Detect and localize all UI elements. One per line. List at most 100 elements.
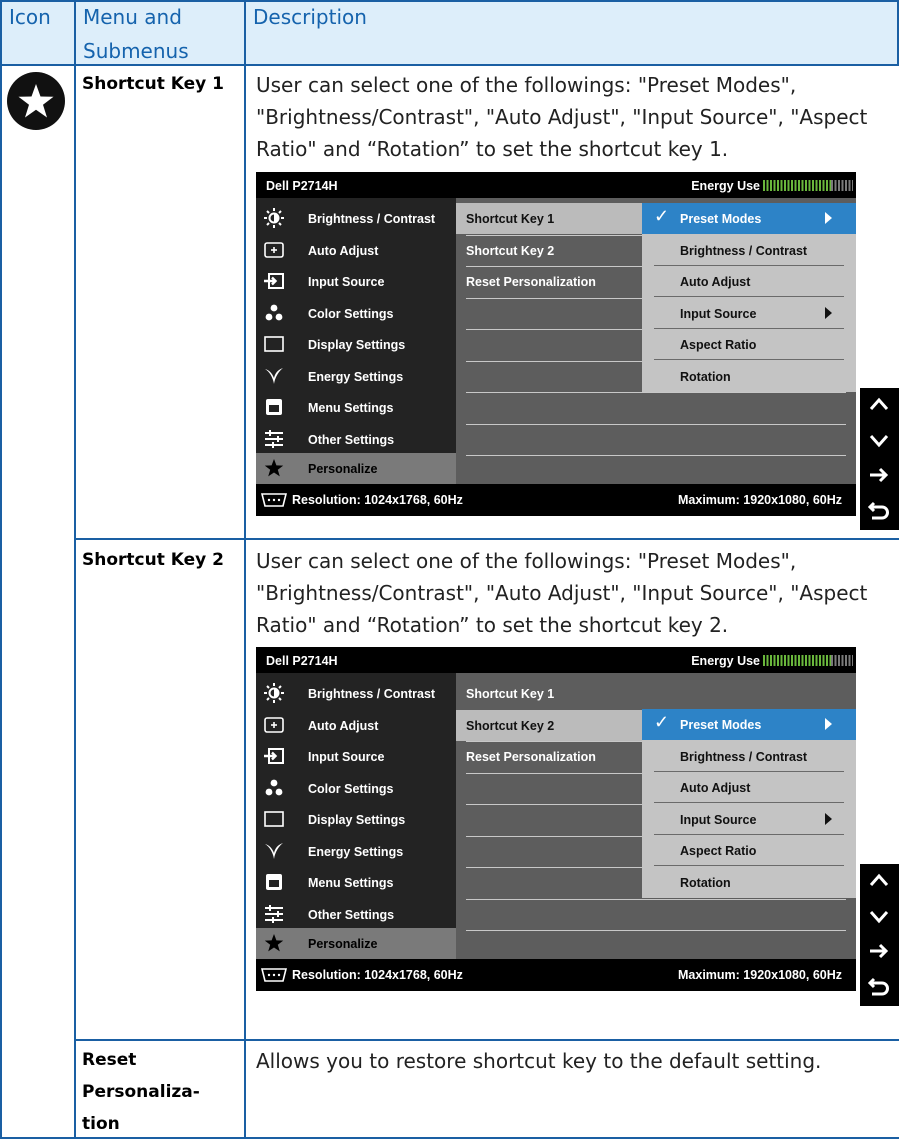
arrow-right-icon	[825, 212, 832, 224]
osd-row-divider	[466, 898, 846, 900]
osd-main-menu-item[interactable]: Display Settings	[256, 804, 456, 835]
osd-main-menu-item[interactable]: Menu Settings	[256, 867, 456, 898]
osd-main-menu-label: Display Settings	[308, 813, 406, 827]
osd-main-menu-label: Color Settings	[308, 306, 394, 321]
osd-main-menu-item[interactable]: Brightness / Contrast	[256, 678, 456, 709]
osd-main-menu-label: Input Source	[308, 275, 385, 289]
table-row-divider-1	[74, 538, 899, 540]
osd-main-menu-item[interactable]: Display Settings	[256, 329, 456, 360]
osd-title-bar: Dell P2714H Energy Use	[256, 647, 856, 673]
header-menu-cell: Menu and Submenus	[76, 0, 244, 64]
osd-submenu-label: Reset Personalization	[466, 750, 596, 764]
osd-option-item[interactable]: Brightness / Contrast	[642, 235, 856, 266]
input-source-icon	[264, 746, 284, 766]
osd-main-menu: Brightness / Contrast Auto Adjust Input So…	[256, 198, 456, 484]
osd-submenu-item[interactable]: Reset Personalization	[466, 741, 642, 772]
osd-menu-area: Brightness / Contrast Auto Adjust Input So…	[256, 673, 856, 959]
resolution-text: Resolution: 1024x1768, 60Hz	[292, 493, 463, 507]
osd-option-item[interactable]: Brightness / Contrast	[642, 741, 856, 772]
return-icon[interactable]	[860, 969, 899, 1003]
osd-submenu-label: Shortcut Key 1	[466, 212, 555, 226]
header-icon: Icon	[9, 5, 51, 29]
submenu-reset-line2: Personaliza-	[82, 1082, 200, 1102]
osd-option-item[interactable]: ✓ Preset Modes	[642, 203, 856, 234]
osd-submenu-label: Shortcut Key 2	[466, 243, 555, 258]
submenu-reset-line1: Reset	[82, 1050, 137, 1070]
osd-option-item[interactable]: Aspect Ratio	[642, 835, 856, 866]
table-row-divider-2	[74, 1039, 899, 1041]
osd-main-menu-item[interactable]: Color Settings	[256, 773, 456, 804]
energy-settings-icon	[264, 841, 284, 861]
osd-main-menu-item[interactable]: Color Settings	[256, 298, 456, 329]
right-arrow-icon[interactable]	[860, 458, 899, 492]
return-icon[interactable]	[860, 493, 899, 527]
osd-title-bar: Dell P2714H Energy Use	[256, 172, 856, 198]
osd-main-menu-item[interactable]: Personalize	[256, 453, 456, 484]
osd-option-label: Input Source	[680, 306, 757, 321]
up-arrow-icon[interactable]	[860, 388, 899, 422]
vga-connector-icon	[261, 493, 287, 507]
header-menu-line1: Menu and	[83, 5, 182, 29]
osd-main-menu-item[interactable]: Energy Settings	[256, 361, 456, 392]
osd-side-keys-2	[860, 864, 899, 1006]
osd-row-divider	[466, 455, 846, 456]
osd-main-menu-label: Brightness / Contrast	[308, 687, 436, 701]
right-arrow-icon[interactable]	[860, 934, 899, 968]
osd-title: Dell P2714H	[266, 654, 338, 668]
submenu-shortcut-key-2: Shortcut Key 2	[82, 550, 224, 570]
osd-main-menu-item[interactable]: Personalize	[256, 928, 456, 959]
arrow-right-icon	[825, 718, 832, 730]
osd-options-panel: ✓ Preset Modes Brightness / Contrast Auto A…	[642, 203, 856, 392]
input-source-icon	[264, 271, 284, 291]
vga-connector-icon	[261, 968, 287, 982]
osd-option-item[interactable]: Auto Adjust	[642, 772, 856, 803]
osd-option-label: Auto Adjust	[680, 781, 751, 795]
osd-submenu-item[interactable]: Shortcut Key 2	[466, 235, 642, 266]
osd-main-menu-item[interactable]: Auto Adjust	[256, 235, 456, 266]
osd-option-item[interactable]: Aspect Ratio	[642, 329, 856, 360]
osd-main-menu-label: Energy Settings	[308, 369, 404, 384]
osd-submenu-item[interactable]: Reset Personalization	[466, 266, 642, 297]
brightness-icon	[264, 683, 284, 703]
osd-submenu-item[interactable]: Shortcut Key 1	[456, 203, 642, 234]
osd-option-item[interactable]: Auto Adjust	[642, 266, 856, 297]
other-settings-icon	[264, 429, 284, 449]
menu-settings-icon	[264, 397, 284, 417]
osd-main-menu-item[interactable]: Input Source	[256, 741, 456, 772]
osd-option-item[interactable]: Input Source	[642, 804, 856, 835]
osd-option-item[interactable]: Rotation	[642, 361, 856, 392]
other-settings-icon	[264, 904, 284, 924]
osd-main-menu-label: Menu Settings	[308, 401, 394, 415]
osd-option-item[interactable]: ✓ Preset Modes	[642, 709, 856, 740]
header-icon-cell: Icon	[2, 0, 74, 64]
display-settings-icon	[264, 334, 284, 354]
osd-main-menu-item[interactable]: Other Settings	[256, 899, 456, 930]
down-arrow-icon[interactable]	[860, 423, 899, 457]
check-icon: ✓	[654, 206, 670, 226]
osd-main-menu-item[interactable]: Energy Settings	[256, 836, 456, 867]
osd-option-item[interactable]: Rotation	[642, 867, 856, 898]
osd-main-menu-item[interactable]: Menu Settings	[256, 392, 456, 423]
auto-adjust-icon	[264, 715, 284, 735]
osd-submenu-item[interactable]: Shortcut Key 1	[466, 678, 642, 709]
osd-submenu-label: Shortcut Key 1	[466, 687, 555, 701]
osd-main-menu-item[interactable]: Auto Adjust	[256, 710, 456, 741]
energy-use-meter	[763, 655, 853, 666]
brightness-icon	[264, 208, 284, 228]
osd-option-item[interactable]: Input Source	[642, 298, 856, 329]
osd-submenu-label: Reset Personalization	[466, 275, 596, 289]
table-border-left	[0, 0, 2, 1139]
osd-submenu-item[interactable]: Shortcut Key 2	[456, 709, 642, 741]
down-arrow-icon[interactable]	[860, 899, 899, 933]
header-menu-line2: Submenus	[83, 39, 189, 63]
osd-main-menu-item[interactable]: Other Settings	[256, 424, 456, 455]
osd-main-menu-item[interactable]: Brightness / Contrast	[256, 203, 456, 234]
osd-main-menu-item[interactable]: Input Source	[256, 266, 456, 297]
submenu-reset-personalization: Reset Personaliza- tion	[82, 1044, 200, 1139]
up-arrow-icon[interactable]	[860, 864, 899, 898]
osd-option-label: Rotation	[680, 875, 731, 890]
color-settings-icon	[264, 303, 284, 323]
display-settings-icon	[264, 809, 284, 829]
osd-option-label: Aspect Ratio	[680, 844, 757, 858]
osd-side-keys-1	[860, 388, 899, 530]
